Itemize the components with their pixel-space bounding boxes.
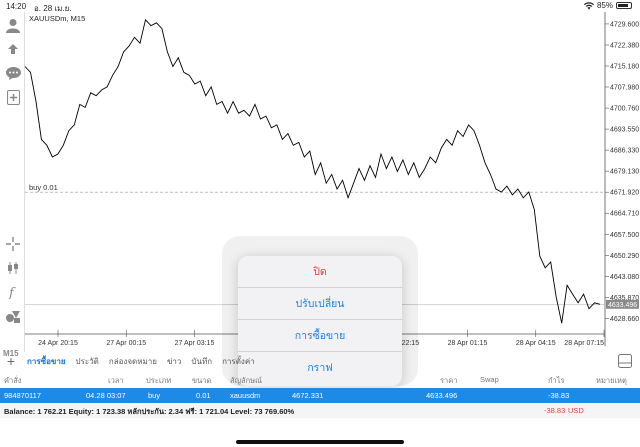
status-bar: 14:20 อ. 28 เม.ย. 85% bbox=[0, 0, 640, 13]
price-tick-label: 4693.550 bbox=[610, 127, 639, 134]
tab-history[interactable]: ประวัติ bbox=[71, 355, 104, 368]
wifi-icon bbox=[583, 1, 594, 10]
add-icon[interactable]: + bbox=[0, 353, 22, 369]
account-currency: USD bbox=[568, 406, 584, 415]
price-tick-label: 4729.600 bbox=[610, 21, 639, 28]
tab-mailbox[interactable]: กล่องจดหมาย bbox=[104, 355, 162, 368]
status-right: 85% bbox=[583, 1, 632, 10]
time-tick-label: 27 Apr 03:15 bbox=[175, 340, 215, 347]
price-tick-label: 4722.380 bbox=[610, 42, 639, 49]
price-tick-label: 4643.080 bbox=[610, 274, 639, 281]
tab-news[interactable]: ข่าว bbox=[162, 355, 186, 368]
row-type: buy bbox=[148, 391, 161, 400]
col-time[interactable]: เวลา bbox=[108, 375, 124, 387]
tab-settings[interactable]: การตั้งค่า bbox=[217, 355, 260, 368]
menu-item-modify[interactable]: ปรับเปลี่ยน bbox=[238, 288, 402, 319]
screen: 14:20 อ. 28 เม.ย. 85% f M15 XAUUSDm, M15… bbox=[0, 0, 640, 447]
price-tick-label: 4715.180 bbox=[610, 63, 639, 70]
menu-item-close[interactable]: ปิด bbox=[238, 256, 402, 287]
price-tick-label: 4679.130 bbox=[610, 169, 639, 176]
table-row[interactable]: 984870117 04.28 03:07 buy 0.01 xauusdm 4… bbox=[0, 388, 640, 403]
tab-journal[interactable]: บันทึก bbox=[186, 355, 217, 368]
row-current-price: 4633.496 bbox=[426, 391, 458, 400]
col-profit[interactable]: กำไร bbox=[548, 375, 565, 387]
col-symbol[interactable]: สัญลักษณ์ bbox=[230, 375, 262, 387]
battery-icon bbox=[616, 2, 632, 9]
total-profit: -38.83 bbox=[544, 406, 566, 415]
status-time: 14:20 bbox=[6, 2, 27, 11]
price-tick-label: 4650.290 bbox=[610, 253, 639, 260]
col-comment[interactable]: หมายเหตุ bbox=[596, 375, 627, 387]
menu-item-trade[interactable]: การซื้อขาย bbox=[238, 320, 402, 351]
row-ticket: 984870117 bbox=[4, 391, 41, 400]
tab-trade[interactable]: การซื้อขาย bbox=[22, 355, 71, 368]
row-profit: -38.83 bbox=[548, 391, 570, 400]
time-tick-label: 27 Apr 00:15 bbox=[106, 340, 146, 347]
positions-header: คำสั่ง เวลา ประเภท ขนาด สัญลักษณ์ ราคา S… bbox=[0, 372, 640, 386]
time-tick-label: 24 Apr 20:15 bbox=[38, 340, 78, 347]
price-tick-label: 4700.760 bbox=[610, 106, 639, 113]
col-ticket[interactable]: คำสั่ง bbox=[4, 375, 21, 387]
price-tick-label: 4686.330 bbox=[610, 148, 639, 155]
home-indicator[interactable] bbox=[236, 440, 404, 444]
col-volume[interactable]: ขนาด bbox=[192, 375, 211, 387]
account-summary-row: Balance: 1 762.21 Equity: 1 723.38 หลักป… bbox=[0, 403, 640, 418]
price-tick-label: 4657.500 bbox=[610, 232, 639, 239]
price-tick-label: 4664.710 bbox=[610, 211, 639, 218]
row-volume: 0.01 bbox=[196, 391, 211, 400]
col-price[interactable]: ราคา bbox=[440, 375, 457, 387]
price-tick-label: 4671.920 bbox=[610, 190, 639, 197]
current-price-value: 4633.496 bbox=[608, 302, 637, 309]
trade-level-label: buy 0.01 bbox=[29, 183, 58, 192]
panel-toggle-icon[interactable] bbox=[618, 354, 632, 368]
time-tick-label: 28 Apr 07:15 bbox=[564, 340, 604, 347]
price-tick-label: 4707.980 bbox=[610, 84, 639, 91]
time-tick-label: 28 Apr 04:15 bbox=[516, 340, 556, 347]
col-swap[interactable]: Swap bbox=[480, 375, 499, 384]
battery-percent: 85% bbox=[596, 1, 613, 10]
time-tick-label: 28 Apr 01:15 bbox=[448, 340, 488, 347]
price-tick-label: 4628.660 bbox=[610, 316, 639, 323]
account-summary: Balance: 1 762.21 Equity: 1 723.38 หลักป… bbox=[4, 407, 295, 416]
row-time: 04.28 03:07 bbox=[86, 391, 126, 400]
row-open-price: 4672.331 bbox=[292, 391, 324, 400]
symbol-label: XAUUSDm, M15 bbox=[29, 14, 85, 23]
row-symbol: xauusdm bbox=[230, 391, 261, 400]
col-type[interactable]: ประเภท bbox=[146, 375, 171, 387]
bottom-tabs: + การซื้อขาย ประวัติ กล่องจดหมาย ข่าว บั… bbox=[0, 352, 640, 370]
